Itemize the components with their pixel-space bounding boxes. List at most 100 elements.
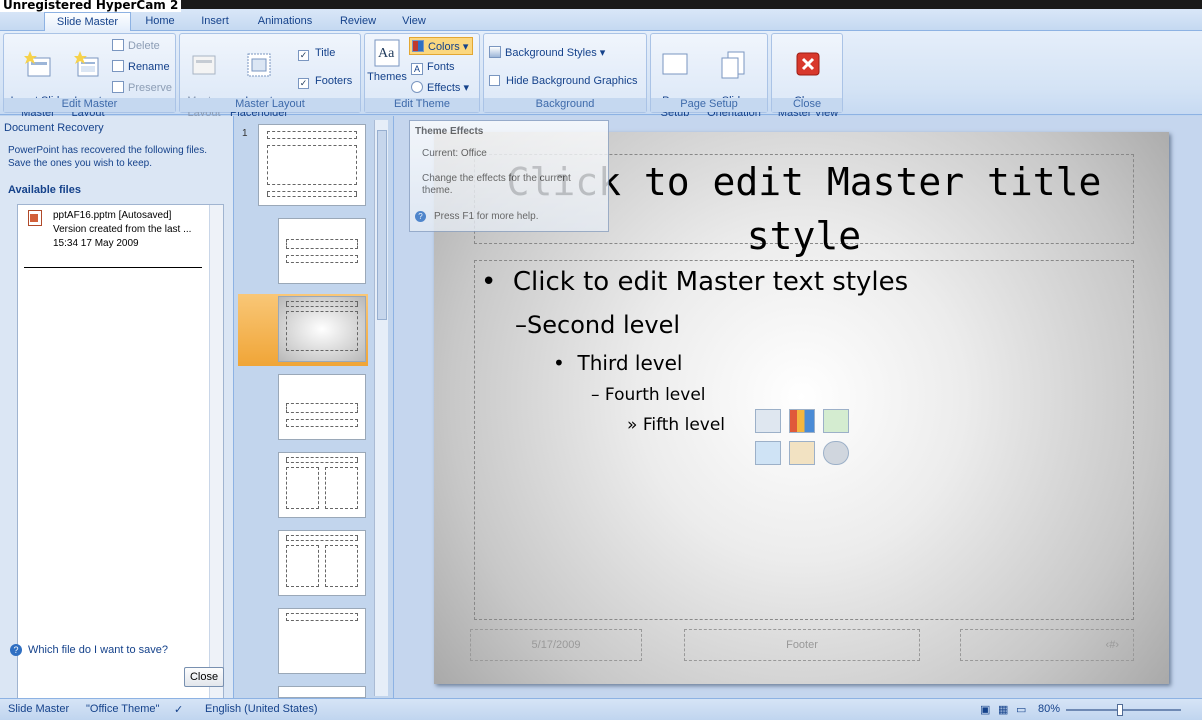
slide-sorter-view-icon[interactable]: ▦ xyxy=(998,703,1008,716)
thumbnail-layout-title-content[interactable] xyxy=(278,296,366,362)
thumbnail-layout-section-header[interactable] xyxy=(278,374,366,440)
rename-button[interactable]: Rename xyxy=(112,58,170,76)
insert-placeholder-icon xyxy=(245,50,273,80)
rename-label: Rename xyxy=(128,61,170,73)
effects-button[interactable]: Effects ▾ xyxy=(411,79,469,97)
rename-icon xyxy=(112,60,124,72)
fonts-icon: A xyxy=(411,63,423,75)
slide-show-view-icon[interactable]: ▭ xyxy=(1016,703,1026,716)
thumbnail-layout-title[interactable] xyxy=(278,218,366,284)
group-label-close: Close xyxy=(772,98,842,112)
thumbnail-layout-two-content[interactable] xyxy=(278,452,366,518)
insert-smartart-icon[interactable] xyxy=(823,409,849,433)
text-level-4: – Fourth level xyxy=(591,385,706,405)
slide-number-placeholder[interactable]: ‹#› xyxy=(960,629,1134,661)
delete-button[interactable]: Delete xyxy=(112,37,160,55)
preserve-icon xyxy=(112,81,124,93)
recovered-files-scrollbar[interactable] xyxy=(209,205,223,720)
status-bar: Slide Master "Office Theme" ✓ English (U… xyxy=(0,698,1202,720)
hide-background-graphics-check-icon xyxy=(489,75,500,86)
pptm-file-icon xyxy=(28,210,42,226)
which-file-help-link[interactable]: ? Which file do I want to save? xyxy=(10,644,168,656)
themes-button[interactable]: Aa Themes xyxy=(366,38,408,83)
tab-view[interactable]: View xyxy=(396,12,432,31)
thumbnail-scrollbar[interactable] xyxy=(374,120,388,696)
effects-label: Effects xyxy=(427,82,461,94)
ribbon-tab-bar: Slide Master Home Insert Animations Revi… xyxy=(0,9,1202,31)
background-styles-button[interactable]: Background Styles ▾ xyxy=(489,44,605,62)
zoom-slider[interactable] xyxy=(1066,709,1181,711)
insert-table-icon[interactable] xyxy=(755,409,781,433)
insert-media-icon[interactable] xyxy=(823,441,849,465)
group-edit-master: Insert Slide Master Insert Layout Delete… xyxy=(3,33,176,119)
bullet-level-4: – xyxy=(591,385,600,405)
recovered-file-item[interactable]: pptAF16.pptm [Autosaved] Version created… xyxy=(53,209,191,251)
group-page-setup: Page Setup Slide Orientation Page Setup xyxy=(650,33,768,119)
recovery-message: PowerPoint has recovered the following f… xyxy=(8,145,207,169)
text-level-5: » Fifth level xyxy=(627,415,725,435)
help-icon: ? xyxy=(10,644,22,656)
footers-checkbox[interactable]: ✓ Footers xyxy=(298,72,352,90)
recovery-close-button[interactable]: Close xyxy=(184,667,224,687)
status-view-name: Slide Master xyxy=(8,703,70,715)
text-level-2-label: Second level xyxy=(527,311,681,339)
insert-clipart-icon[interactable] xyxy=(789,441,815,465)
group-edit-theme: Aa Themes Colors ▾ A Fonts Effects ▾ Edit… xyxy=(364,33,480,113)
group-background: Background Styles ▾ Hide Background Grap… xyxy=(483,33,647,113)
fonts-button[interactable]: A Fonts xyxy=(411,58,455,76)
thumbnail-layout-comparison[interactable] xyxy=(278,530,366,596)
effects-icon xyxy=(411,81,423,93)
zoom-slider-knob[interactable] xyxy=(1117,704,1123,716)
insert-chart-icon[interactable] xyxy=(789,409,815,433)
date-placeholder[interactable]: 5/17/2009 xyxy=(470,629,642,661)
tab-review[interactable]: Review xyxy=(333,12,383,31)
list-divider xyxy=(24,267,202,268)
normal-view-icon[interactable]: ▣ xyxy=(980,703,990,716)
zoom-level[interactable]: 80% xyxy=(1038,703,1060,715)
thumbnail-layout-blank[interactable] xyxy=(278,686,366,698)
spellcheck-icon[interactable]: ✓ xyxy=(174,703,183,716)
available-files-heading: Available files xyxy=(8,184,81,196)
recorder-watermark: Unregistered HyperCam 2 xyxy=(0,0,182,12)
themes-icon: Aa xyxy=(373,38,401,68)
close-icon xyxy=(794,50,822,80)
group-label-background: Background xyxy=(484,98,646,112)
delete-icon xyxy=(112,39,124,51)
tab-home[interactable]: Home xyxy=(138,12,182,31)
footers-checkbox-label: Footers xyxy=(315,75,353,87)
status-language[interactable]: English (United States) xyxy=(205,703,318,715)
tab-insert[interactable]: Insert xyxy=(193,12,237,31)
background-styles-label: Background Styles xyxy=(505,47,597,59)
help-icon: ? xyxy=(415,211,426,222)
group-close: Close Master View Close xyxy=(771,33,843,119)
recovered-file-name: pptAF16.pptm [Autosaved] xyxy=(53,210,172,221)
preserve-label: Preserve xyxy=(128,82,173,94)
hide-background-graphics-checkbox[interactable]: Hide Background Graphics xyxy=(489,72,637,90)
document-recovery-pane: Document Recovery PowerPoint has recover… xyxy=(0,116,234,720)
preserve-button[interactable]: Preserve xyxy=(112,79,172,97)
group-label-edit-theme: Edit Theme xyxy=(365,98,479,112)
tooltip-current: Current: Office xyxy=(422,148,487,159)
page-setup-icon xyxy=(661,50,689,80)
tab-slide-master[interactable]: Slide Master xyxy=(44,12,131,31)
tooltip-title: Theme Effects xyxy=(415,126,484,137)
text-level-3: • Third level xyxy=(553,351,682,375)
insert-picture-icon[interactable] xyxy=(755,441,781,465)
thumbnail-layout-title-only[interactable] xyxy=(278,608,366,674)
delete-label: Delete xyxy=(128,40,160,52)
thumbnail-slide-master[interactable] xyxy=(258,124,366,206)
recovered-file-description: Version created from the last ... xyxy=(53,224,192,235)
master-layout-icon xyxy=(190,50,218,80)
slide-orientation-icon xyxy=(720,50,748,80)
bullet-level-2: – xyxy=(515,311,527,339)
master-text-placeholder[interactable]: • Click to edit Master text styles –Seco… xyxy=(474,260,1134,620)
thumbnail-scroll-thumb[interactable] xyxy=(377,130,387,320)
bullet-level-5: » xyxy=(627,415,638,435)
tooltip-help-label: Press F1 for more help. xyxy=(434,211,539,222)
title-checkbox[interactable]: ✓ Title xyxy=(298,44,335,62)
text-level-5-label: Fifth level xyxy=(642,415,726,435)
footer-placeholder[interactable]: Footer xyxy=(684,629,920,661)
insert-slide-master-icon xyxy=(24,50,52,80)
tab-animations[interactable]: Animations xyxy=(252,12,318,31)
colors-button[interactable]: Colors ▾ xyxy=(409,37,474,55)
